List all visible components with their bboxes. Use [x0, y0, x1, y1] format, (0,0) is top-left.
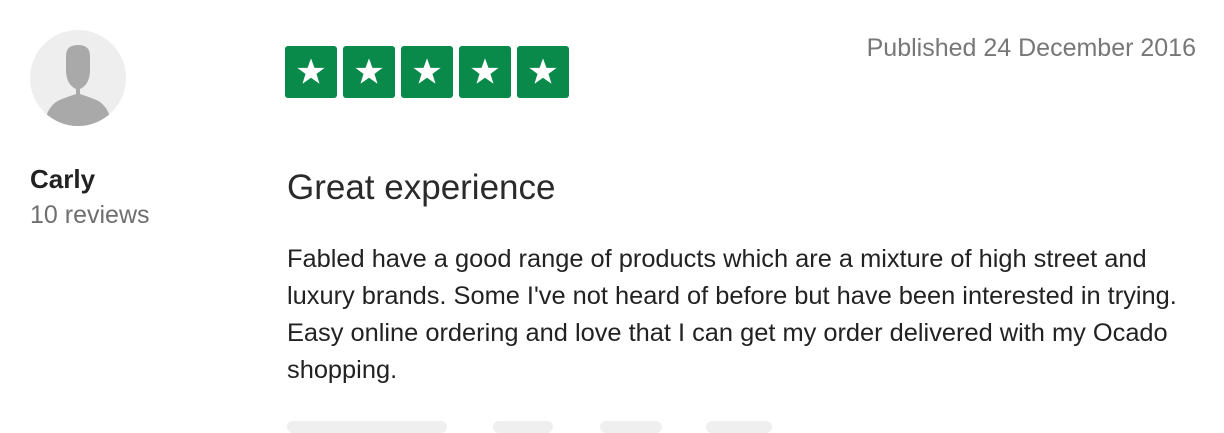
avatar[interactable]: [30, 30, 126, 126]
star-icon: [529, 58, 557, 84]
review-body: Fabled have a good range of products whi…: [287, 245, 1177, 384]
star-rating: [285, 46, 569, 98]
star-4: [459, 46, 511, 98]
star-1: [285, 46, 337, 98]
star-icon: [355, 58, 383, 84]
review-card: Carly 10 reviews Published 24 December 2…: [0, 0, 1224, 433]
star-icon: [413, 58, 441, 84]
published-date: Published 24 December 2016: [866, 34, 1196, 62]
review-count: 10 reviews: [30, 201, 150, 229]
star-icon: [471, 58, 499, 84]
star-3: [401, 46, 453, 98]
star-5: [517, 46, 569, 98]
consumer-name[interactable]: Carly: [30, 163, 95, 195]
review-title[interactable]: Great experience: [287, 167, 555, 209]
flag-button[interactable]: [706, 421, 772, 433]
star-2: [343, 46, 395, 98]
review-actions: [0, 421, 1224, 433]
star-icon: [297, 58, 325, 84]
useful-button[interactable]: [287, 421, 447, 433]
reply-button[interactable]: [600, 421, 662, 433]
user-silhouette-icon: [44, 45, 112, 126]
share-button[interactable]: [493, 421, 553, 433]
